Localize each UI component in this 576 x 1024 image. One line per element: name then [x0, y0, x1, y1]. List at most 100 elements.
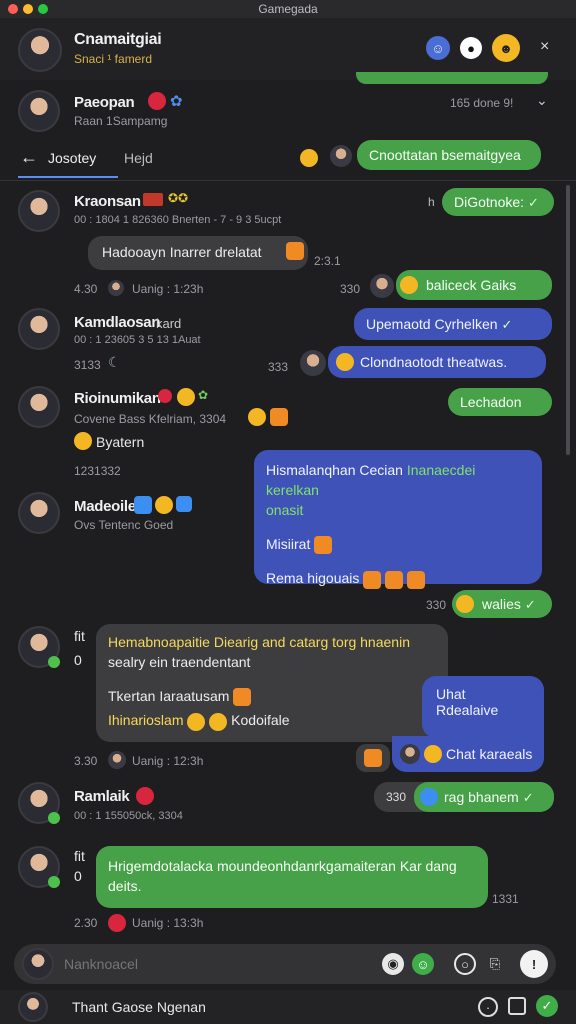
footer-label: Thant Gaose Ngenan [72, 999, 206, 1015]
footer-avatar[interactable] [18, 992, 48, 1022]
gear-icon: ✿ [170, 93, 183, 110]
composer-bar: ◉ ☺ ○ ⎘ ! [14, 944, 556, 984]
highlighted-text: Hemabnoapaitie Diearig and catarg torg h… [108, 634, 410, 650]
reaction-pill[interactable] [356, 744, 390, 772]
bubble-text: rag bhanem [444, 789, 519, 805]
emoji-icon[interactable]: ☻ [492, 34, 520, 62]
tab-hejd[interactable]: Hejd [124, 150, 153, 166]
chevron-down-icon[interactable]: ⌄ [536, 92, 548, 109]
red-emoji-icon [148, 92, 166, 110]
avatar[interactable] [18, 386, 60, 428]
pinned-time: 165 done 9! [450, 96, 514, 110]
heart-emoji-icon [136, 787, 154, 805]
back-arrow-icon[interactable]: ← [20, 147, 38, 168]
delivery-status: Uanig : 12:3h [132, 754, 204, 768]
fire-emoji-icon [363, 570, 382, 589]
sender-name: Kraonsan [74, 193, 141, 210]
header-avatar[interactable] [18, 28, 62, 72]
right-bubble[interactable]: Upemaotd Cyrhelken ✓ [354, 308, 552, 340]
send-icon[interactable]: ! [520, 950, 548, 978]
avatar[interactable] [18, 190, 60, 232]
highlighted-text: onasit [266, 502, 304, 518]
avatar[interactable] [18, 492, 60, 534]
bubble-text: DiGotnoke: [454, 194, 525, 210]
window-icon[interactable] [508, 997, 526, 1015]
sender-name: Rioinumikan [74, 390, 161, 407]
fire-emoji-icon [286, 242, 304, 260]
bubble-text: Misiirat [266, 536, 311, 552]
bubble-text: sealry ein traendentant [108, 654, 251, 670]
bubble-text: Rema higouais [266, 570, 360, 587]
fire-emoji-icon [407, 570, 426, 589]
mini-avatar [400, 744, 420, 764]
grin-emoji-icon [424, 745, 442, 763]
status-icon[interactable]: ✓ [536, 995, 558, 1017]
emoji-picker-icon[interactable]: ○ [454, 953, 476, 975]
delivery-status: Uanig : 1:23h [132, 282, 204, 296]
sender-name: Kamdlaosan [74, 314, 161, 331]
bubble-text: Lechadon [460, 394, 522, 410]
record-icon[interactable]: · [478, 997, 498, 1017]
sticker-icon[interactable]: ☺ [412, 953, 434, 975]
badge-icon [134, 496, 152, 514]
mini-avatar [370, 274, 394, 298]
user-icon[interactable]: ☺ [426, 36, 450, 60]
window-title: Gamegada [258, 2, 318, 16]
avatar[interactable] [18, 308, 60, 350]
message-time: 2.30 [74, 916, 98, 930]
moon-icon: ☾ [108, 354, 121, 370]
star-icon: ✪✪ [168, 191, 189, 205]
long-message-bubble[interactable]: Hismalanqhan Cecian Inanaecdei kerelkan … [254, 450, 542, 589]
check-icon: ✓ [528, 195, 539, 210]
tab-josotey[interactable]: Josotey [48, 150, 96, 166]
camera-icon[interactable]: ◉ [382, 953, 404, 975]
sender-badge: kard [156, 316, 182, 331]
scrollbar[interactable] [566, 185, 570, 455]
right-bubble[interactable]: Lechadon [448, 388, 552, 416]
header-subtitle: Snaci ¹ famerd [74, 52, 153, 66]
header-divider [0, 180, 576, 181]
footer-bar: Thant Gaose Ngenan · ✓ [0, 990, 576, 1024]
bubble-text: Hismalanqhan Cecian [266, 462, 403, 478]
pinned-avatar [18, 90, 60, 132]
right-bubble[interactable]: Uhat Rdealaive [422, 676, 544, 738]
right-bubble[interactable]: DiGotnoke: ✓ [442, 188, 554, 216]
grin-emoji-icon [456, 595, 474, 613]
smile-emoji-icon [336, 353, 354, 371]
reaction-avatar [108, 280, 124, 296]
reaction-avatar [108, 751, 126, 769]
check-icon: ✓ [522, 790, 534, 805]
right-bubble[interactable]: Clondnaotodt theatwas. [328, 346, 546, 378]
message-meta: 00 : 1 23605 3 5 13 1Auat [74, 334, 201, 346]
pinned-conversation[interactable]: Paeopan ✿ Raan 1Sampamg 165 done 9! ⌄ [0, 86, 576, 140]
message-bubble[interactable]: Hadooayn Inarrer drelatat [88, 236, 308, 270]
online-status-icon [48, 656, 60, 668]
attach-icon[interactable]: ⎘ [484, 953, 506, 975]
badge-icon [143, 193, 163, 206]
mini-avatar [330, 145, 352, 167]
bubble-text: Chat karaeals [446, 746, 533, 762]
camera-icon[interactable]: ● [460, 37, 482, 59]
close-icon[interactable]: × [540, 38, 549, 56]
laugh-emoji-icon [209, 712, 228, 731]
composer-avatar[interactable] [22, 948, 54, 980]
pinned-subtitle: Raan 1Sampamg [74, 114, 168, 128]
message-input[interactable] [64, 950, 384, 978]
message-time: 3133 [74, 358, 101, 372]
message-time: 1331 [492, 892, 519, 906]
bubble-text: baliceck Gaiks [426, 277, 517, 293]
long-message-bubble[interactable]: Hrigemdotalacka moundeonhdanrkgamaiteran… [96, 846, 488, 908]
laugh-emoji-icon [400, 276, 418, 294]
message-time: 330 [426, 598, 447, 612]
message-meta: 00 : 1804 1 826360 Bnerten - 7 - 9 3 5uc… [74, 214, 282, 226]
smile-emoji-icon [177, 388, 195, 406]
delivery-status: Uanig : 13:3h [132, 916, 204, 930]
message-meta: 00 : 1 155050ck, 3304 [74, 810, 183, 822]
right-bubble[interactable]: baliceck Gaiks [396, 270, 552, 300]
fire-emoji-icon [233, 688, 252, 707]
long-message-bubble[interactable]: Hemabnoapaitie Diearig and catarg torg h… [96, 624, 448, 742]
top-green-bubble[interactable]: Cnoottatan bsemaitgyea [357, 140, 541, 170]
online-status-icon [48, 876, 60, 888]
heart-emoji-icon [158, 389, 172, 403]
reply-pill[interactable]: 330 rag bhanem ✓ [374, 782, 554, 812]
